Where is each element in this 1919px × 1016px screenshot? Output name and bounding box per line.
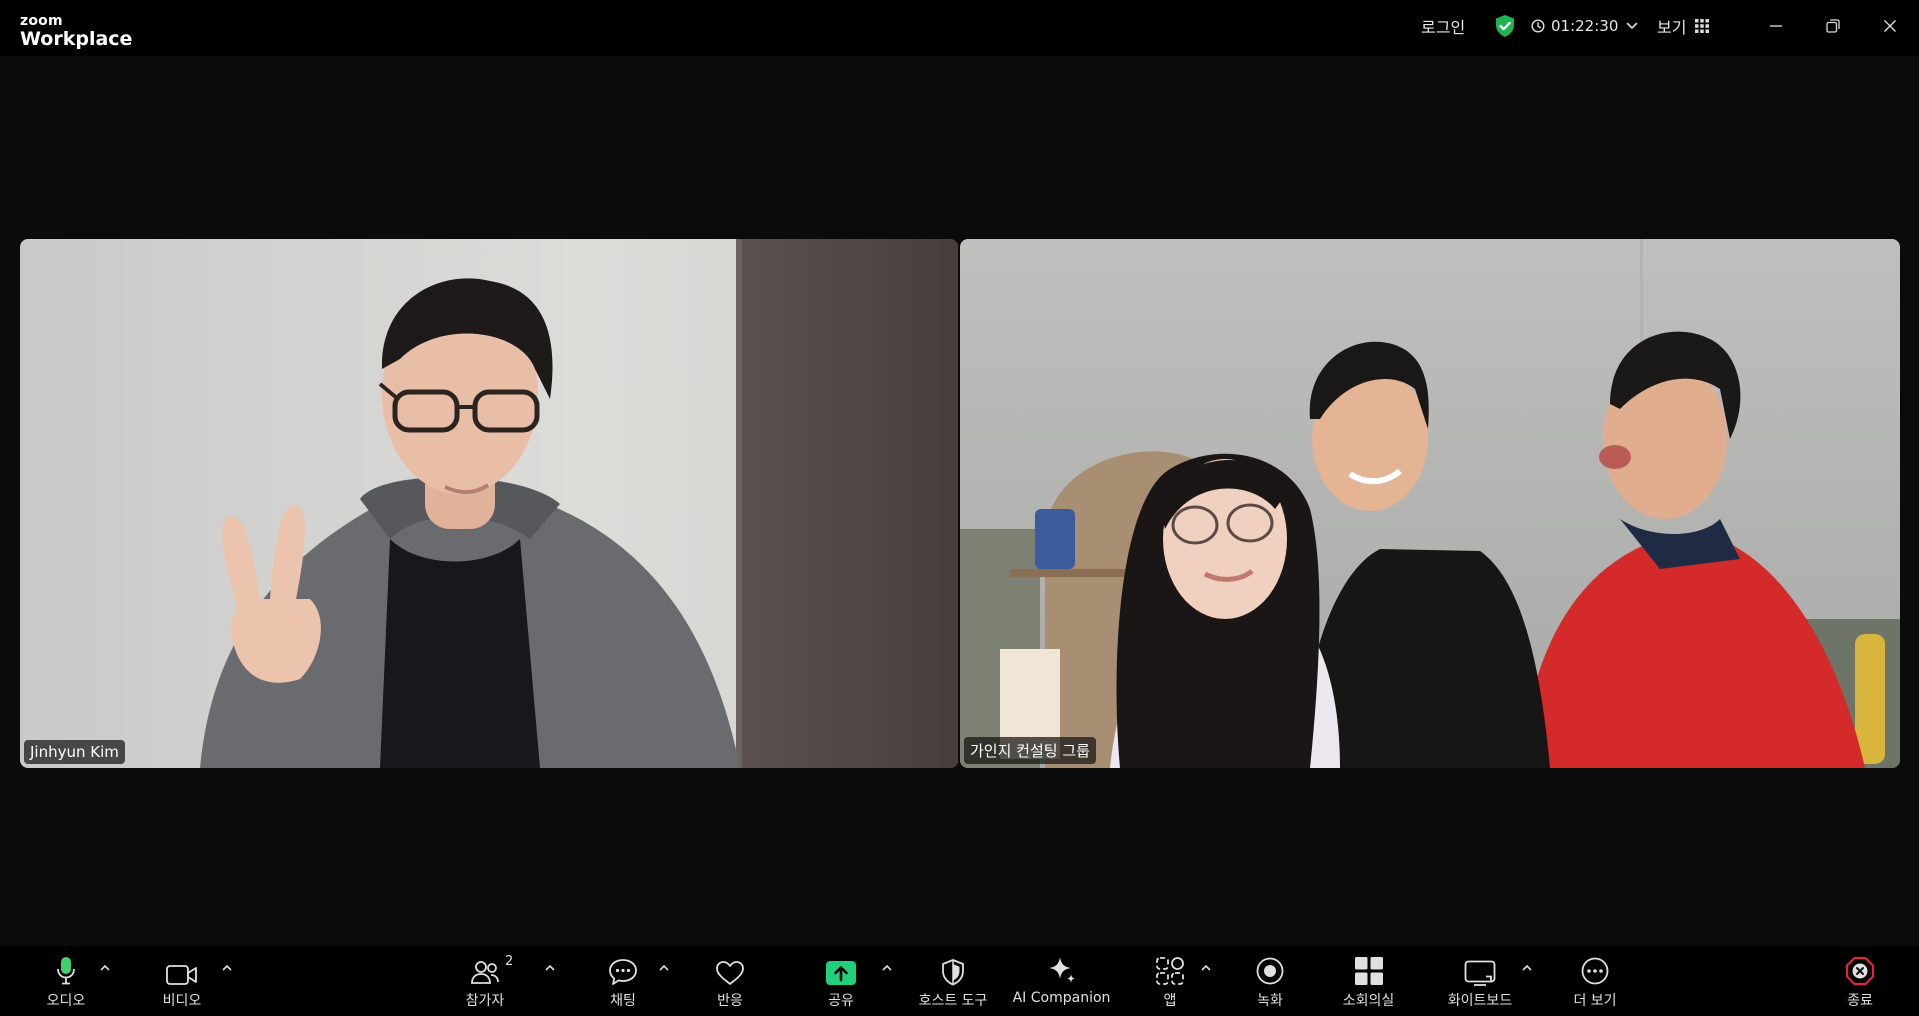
audio-label: 오디오 [46,993,86,1009]
reactions-button[interactable]: 반응 [700,946,760,1016]
reactions-label: 반응 [717,993,743,1009]
view-label: 보기 [1657,18,1687,37]
participant-video-feed [960,239,1900,768]
breakout-rooms-button[interactable]: 소회의실 [1331,946,1406,1016]
host-tools-button[interactable]: 호스트 도구 [909,946,997,1016]
whiteboard-options-caret[interactable] [1518,958,1536,976]
apps-label: 앱 [1163,993,1177,1009]
video-camera-icon [166,946,198,990]
apps-icon [1155,946,1185,990]
participants-options-caret[interactable] [541,958,559,976]
video-tile-group[interactable]: 가인지 컨설팅 그룹 [960,239,1900,768]
share-arrow-icon [825,946,857,990]
chat-icon [608,946,638,990]
more-dots-icon [1580,946,1610,990]
grid-icon [1354,946,1384,990]
apps-options-caret[interactable] [1197,958,1215,976]
chat-options-caret[interactable] [655,958,673,976]
audio-options-caret[interactable] [96,958,114,976]
minimize-button[interactable] [1762,12,1790,40]
breakout-rooms-label: 소회의실 [1342,993,1395,1009]
video-options-caret[interactable] [218,958,236,976]
view-menu-button[interactable]: 보기 [1657,0,1710,52]
meeting-toolbar: 오디오 비디오 참가자 2 채팅 반응 공유 호스트 도구 AI Compani… [0,946,1919,1016]
encryption-shield-icon[interactable] [1494,0,1516,52]
restore-window-button[interactable] [1819,12,1847,40]
shield-icon [941,946,965,990]
whiteboard-button[interactable]: 화이트보드 [1440,946,1520,1016]
zoom-workplace-logo: zoom Workplace [20,12,132,49]
login-button[interactable]: 로그인 [1421,0,1465,52]
participants-count: 2 [505,954,514,969]
video-label: 비디오 [162,993,202,1009]
chat-label: 채팅 [610,993,636,1009]
close-icon [1845,946,1875,990]
whiteboard-label: 화이트보드 [1447,993,1513,1009]
ai-companion-label: AI Companion [1012,990,1111,1006]
end-label: 종료 [1847,993,1873,1009]
heart-icon [715,946,745,990]
title-bar: zoom Workplace 로그인 01:22:30 보기 [0,0,1919,56]
ai-companion-button[interactable]: AI Companion [1010,946,1113,1016]
chevron-down-icon [1626,22,1638,30]
more-button[interactable]: 더 보기 [1565,946,1625,1016]
grid-view-icon [1695,19,1710,33]
timer-text: 01:22:30 [1551,17,1619,35]
participants-icon [470,946,500,990]
share-button[interactable]: 공유 [811,946,871,1016]
participant-name-tag: 가인지 컨설팅 그룹 [964,737,1096,764]
whiteboard-icon [1464,946,1496,990]
participants-label: 참가자 [465,993,505,1009]
end-meeting-button[interactable]: 종료 [1830,946,1890,1016]
share-options-caret[interactable] [878,958,896,976]
close-window-button[interactable] [1876,12,1904,40]
chat-button[interactable]: 채팅 [593,946,653,1016]
mic-icon [56,946,76,990]
apps-button[interactable]: 앱 [1140,946,1200,1016]
clock-icon [1531,19,1545,33]
audio-button[interactable]: 오디오 [36,946,96,1016]
more-label: 더 보기 [1573,993,1617,1009]
video-tile-jinhyun-kim[interactable]: Jinhyun Kim [20,239,958,768]
record-button[interactable]: 녹화 [1240,946,1300,1016]
brand-main: Workplace [20,28,133,50]
record-label: 녹화 [1257,993,1283,1009]
share-label: 공유 [828,993,854,1009]
brand-top: zoom [20,13,63,29]
host-tools-label: 호스트 도구 [918,993,988,1009]
sparkle-icon [1046,946,1078,990]
meeting-timer[interactable]: 01:22:30 [1531,0,1638,52]
record-icon [1255,946,1285,990]
video-button[interactable]: 비디오 [152,946,212,1016]
participant-name-tag: Jinhyun Kim [24,740,125,764]
participant-video-feed [20,239,958,768]
